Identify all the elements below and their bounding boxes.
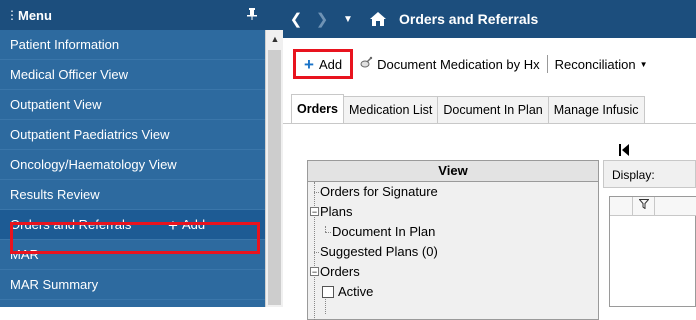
tree-item-suggested-plans[interactable]: Suggested Plans (0) [308,242,598,262]
add-button[interactable]: + Add [293,49,354,79]
tree-item-active[interactable]: Active [308,282,598,302]
tab-manage-infusion[interactable]: Manage Infusic [547,96,645,123]
menu-item-oncology-haematology-view[interactable]: Oncology/Haematology View [0,150,265,180]
menu-item-label: Patient Information [10,37,120,52]
menu-header: ⋮ Menu [0,0,265,30]
forward-arrow-icon[interactable]: ❯ [309,10,335,28]
tree-item-document-in-plan[interactable]: Document In Plan [308,222,598,242]
menu-header-corner [265,0,283,30]
plus-icon: + [304,54,314,74]
tab-label: Document In Plan [443,103,543,117]
menu-item-outpatient-paediatrics-view[interactable]: Outpatient Paediatrics View [0,120,265,150]
menu-item-orders-and-referrals[interactable]: Orders and Referrals + Add [0,210,265,240]
tree-item-plans[interactable]: − Plans [308,202,598,222]
pin-icon[interactable] [247,7,257,23]
tab-orders[interactable]: Orders [291,94,344,123]
add-button-label: Add [318,56,343,72]
menu-item-label: Outpatient View [10,97,102,112]
orders-content: View Orders for Signature − Plans Docume… [283,124,696,320]
title-bar: ❮ ❯ ▼ Orders and Referrals [283,0,696,38]
tree-item-orders-for-signature[interactable]: Orders for Signature [308,182,598,202]
display-area: Display: [603,160,696,307]
document-medication-button[interactable]: Document Medication by Hx [359,56,540,73]
menu-list: Patient Information Medical Officer View… [0,30,265,300]
menu-item-label: Outpatient Paediatrics View [10,127,170,142]
view-header: View [308,161,598,182]
menu-item-label: Medical Officer View [10,67,129,82]
tab-label: Manage Infusic [553,103,639,117]
plus-icon: + [168,215,178,235]
document-medication-icon [359,56,373,73]
view-panel: View Orders for Signature − Plans Docume… [307,160,599,320]
menu-item-label: MAR [10,247,39,262]
tree-label: Orders for Signature [320,184,438,199]
reconciliation-label: Reconciliation [554,56,636,72]
menu-item-label: Oncology/Haematology View [10,157,177,172]
tab-label: Medication List [349,103,433,117]
toolbar: + Add Document Medication by Hx Reconcil… [283,38,696,90]
caret-down-icon: ▼ [639,59,648,69]
menu-title: Menu [18,7,52,23]
tab-label: Orders [297,102,338,116]
display-label: Display: [603,160,696,188]
sidebar-menu: ⋮ Menu Patient Information Medical Offic… [0,0,284,307]
document-medication-label: Document Medication by Hx [377,56,540,72]
collapse-panel-icon[interactable] [619,144,629,159]
scrollbar-thumb[interactable] [268,50,281,305]
menu-item-mar[interactable]: MAR [0,240,265,270]
tab-bar: Orders Medication List Document In Plan … [283,90,696,124]
menu-item-results-review[interactable]: Results Review [0,180,265,210]
toolbar-divider [546,55,548,73]
grid-column[interactable] [610,197,633,215]
menu-item-mar-summary[interactable]: MAR Summary [0,270,265,300]
scroll-up-icon[interactable]: ▲ [266,30,284,48]
reconciliation-dropdown[interactable]: Reconciliation ▼ [555,57,648,72]
dropdown-arrow-icon[interactable]: ▼ [335,14,361,25]
active-checkbox[interactable] [322,286,334,298]
home-icon[interactable] [367,8,389,30]
menu-add-label: Add [181,217,206,232]
tab-medication-list[interactable]: Medication List [343,96,439,123]
tree-label: Suggested Plans (0) [320,244,438,259]
tree-label: Plans [320,204,353,219]
filter-icon[interactable] [638,199,650,212]
tree-label: Orders [320,264,360,279]
tree-connector [314,252,319,253]
tab-document-in-plan[interactable]: Document In Plan [437,96,549,123]
tree-label: Active [338,284,374,299]
grid-header [610,197,696,216]
menu-item-label: Orders and Referrals [10,217,132,232]
menu-item-label: MAR Summary [10,277,99,292]
tree-label: Document In Plan [332,224,436,239]
menu-item-medical-officer-view[interactable]: Medical Officer View [0,60,265,90]
menu-add-button[interactable]: + Add [168,210,205,240]
menu-item-patient-information[interactable]: Patient Information [0,30,265,60]
collapse-toggle-icon[interactable]: − [310,207,319,217]
collapse-toggle-icon[interactable]: − [310,267,319,277]
tree-item-orders[interactable]: − Orders [308,262,598,282]
page-title: Orders and Referrals [399,11,539,27]
menu-scrollbar[interactable]: ▲ [265,30,284,307]
back-arrow-icon[interactable]: ❮ [283,10,309,28]
menu-item-outpatient-view[interactable]: Outpatient View [0,90,265,120]
grip-icon[interactable]: ⋮ [6,8,18,22]
tree-connector [325,232,331,233]
orders-grid [609,196,696,307]
tree-connector [314,192,319,193]
menu-item-label: Results Review [10,187,100,202]
view-tree: Orders for Signature − Plans Document In… [308,182,598,320]
